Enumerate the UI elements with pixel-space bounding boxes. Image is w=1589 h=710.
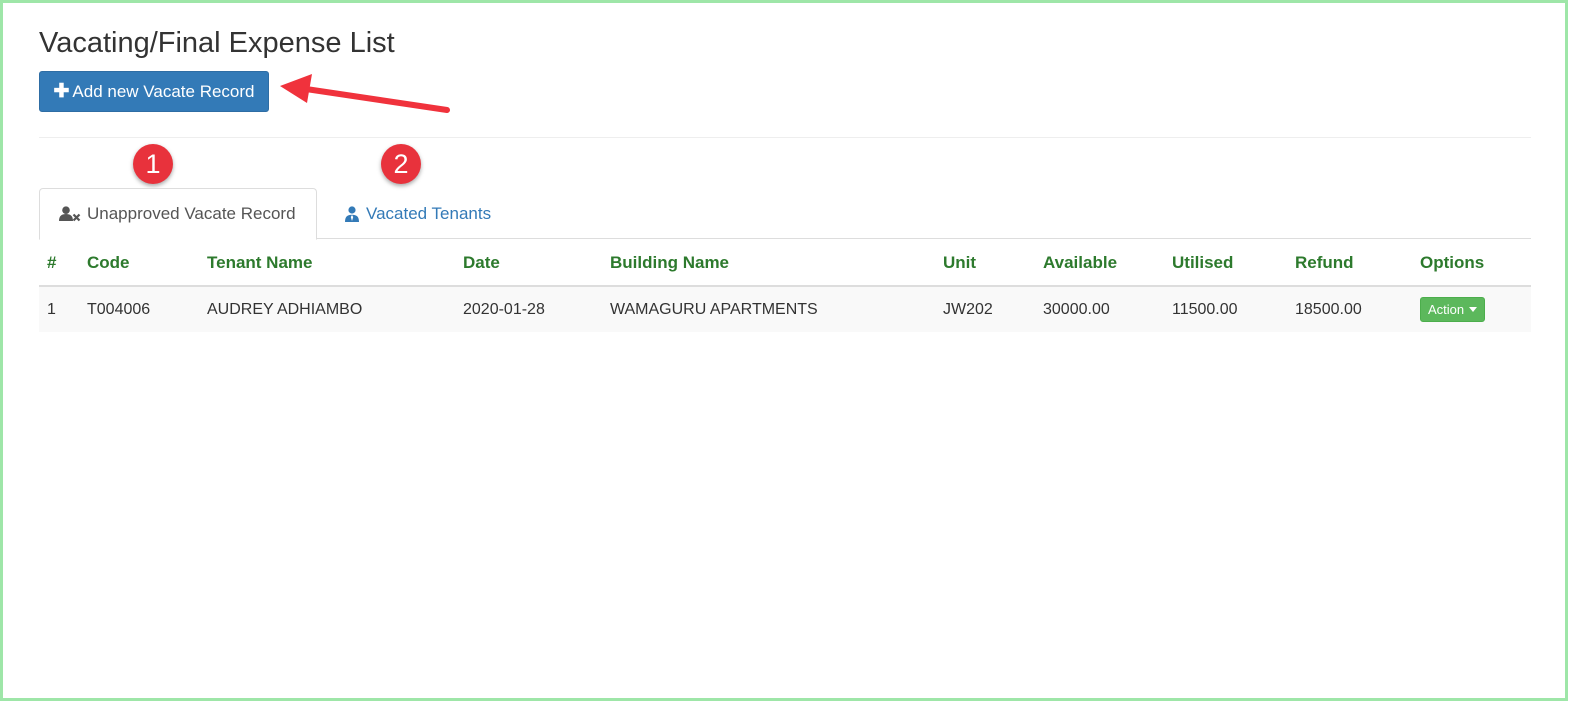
column-header[interactable]: Date <box>455 240 602 287</box>
column-header: Options <box>1412 240 1531 287</box>
cell-unit: JW202 <box>935 286 1035 332</box>
column-header[interactable]: Unit <box>935 240 1035 287</box>
column-header[interactable]: Utilised <box>1164 240 1287 287</box>
add-vacate-record-label: Add new Vacate Record <box>72 81 255 101</box>
user-times-icon <box>59 206 81 222</box>
cell-code: T004006 <box>79 286 199 332</box>
column-header[interactable]: Code <box>79 240 199 287</box>
action-dropdown-button[interactable]: Action <box>1420 297 1486 322</box>
cell-building-name: WAMAGURU APARTMENTS <box>602 286 935 332</box>
tab-label: Unapproved Vacate Record <box>87 204 296 223</box>
cell-number: 1 <box>39 286 79 332</box>
column-header[interactable]: # <box>39 240 79 287</box>
page-frame: Vacating/Final Expense List ✚ Add new Va… <box>0 0 1568 701</box>
tab-vacated-tenants[interactable]: Vacated Tenants <box>325 188 510 239</box>
vacate-records-table: # Code Tenant Name Date Building Name Un… <box>39 240 1531 332</box>
column-header[interactable]: Refund <box>1287 240 1412 287</box>
tab-unapproved-vacate-record[interactable]: Unapproved Vacate Record <box>39 188 317 240</box>
cell-utilised: 11500.00 <box>1164 286 1287 332</box>
table-header-row: # Code Tenant Name Date Building Name Un… <box>39 240 1531 287</box>
caret-down-icon <box>1469 307 1478 312</box>
cell-refund: 18500.00 <box>1287 286 1412 332</box>
divider <box>39 137 1531 138</box>
column-header[interactable]: Available <box>1035 240 1164 287</box>
tab-label: Vacated Tenants <box>366 203 492 223</box>
column-header[interactable]: Tenant Name <box>199 240 455 287</box>
column-header[interactable]: Building Name <box>602 240 935 287</box>
tab-bar: Unapproved Vacate Record Vacated Tenants <box>39 188 1531 240</box>
annotation-badge-2: 2 <box>381 144 421 184</box>
table-row: 1 T004006 AUDREY ADHIAMBO 2020-01-28 WAM… <box>39 286 1531 332</box>
cell-date: 2020-01-28 <box>455 286 602 332</box>
add-vacate-record-button[interactable]: ✚ Add new Vacate Record <box>39 71 269 112</box>
annotation-badge-1: 1 <box>133 144 173 184</box>
cell-options: Action <box>1412 286 1531 332</box>
cell-available: 30000.00 <box>1035 286 1164 332</box>
action-label: Action <box>1428 302 1465 317</box>
user-tie-icon <box>344 205 360 222</box>
page-title: Vacating/Final Expense List <box>39 27 395 59</box>
plus-icon: ✚ <box>53 81 70 102</box>
cell-tenant-name: AUDREY ADHIAMBO <box>199 286 455 332</box>
